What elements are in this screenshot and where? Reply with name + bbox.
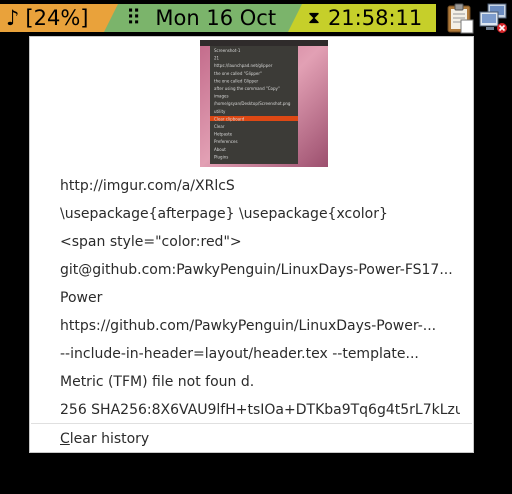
thumbnail-menu-line: after using the command "Copy" [214,86,280,91]
date-indicator[interactable]: ⠿ Mon 16 Oct [104,4,304,32]
history-item[interactable]: <span style="color:red"> [60,228,460,256]
thumbnail-menu-line: Clear clipboard [214,116,245,121]
thumbnail-menu-line: Preferences [214,139,238,144]
thumbnail-menu-line: the one called "Glipper" [214,71,262,76]
date-label: Mon 16 Oct [155,6,277,30]
network-disconnected-icon[interactable] [478,2,510,34]
history-item[interactable]: \usepackage{afterpage} \usepackage{xcolo… [60,200,460,228]
clipboard-history-menu: Screenshot-1 21 https://launchpad.net/glip… [29,36,474,453]
clipboard-icon[interactable] [444,2,476,34]
top-panel: ♪ [24%] ⠿ Mon 16 Oct ⧗ 21:58:11 [0,0,512,36]
thumbnail-menu-line: https://launchpad.net/glipper [214,63,273,68]
thumbnail-menu-line: Plugins [214,154,228,159]
clock-indicator[interactable]: ⧗ 21:58:11 [288,4,436,32]
history-item[interactable]: https://github.com/PawkyPenguin/LinuxDay… [60,312,460,340]
thumbnail-menu-line: /home/gsyan/Desktop/Screenshot.png [214,101,291,106]
history-item[interactable]: git@github.com:PawkyPenguin/LinuxDays-Po… [60,256,460,284]
menu-separator [31,423,472,424]
history-item[interactable]: Power [60,284,460,312]
history-item[interactable]: 256 SHA256:8X6VAU9lfH+tsIOa+DTKba9Tq6g4t… [60,396,460,424]
thumbnail-menu-line: utility [214,109,226,114]
thumbnail-menu-line: Clear [214,124,225,129]
screenshot-thumbnail[interactable]: Screenshot-1 21 https://launchpad.net/glip… [200,40,328,167]
thumbnail-menu-line: Hetpaste [214,132,233,137]
history-item[interactable]: --include-in-header=layout/header.tex --… [60,340,460,368]
volume-level: [24%] [25,6,89,30]
history-item[interactable]: http://imgur.com/a/XRlcS [60,172,460,200]
clear-history-label: lear history [69,431,150,447]
thumbnail-menu-line: Screenshot-1 [214,48,241,53]
dots-grid-icon: ⠿ [126,6,142,30]
music-note-icon: ♪ [6,6,20,30]
thumbnail-menu-line: images [214,94,229,99]
clock-label: 21:58:11 [327,6,423,30]
clear-history-mnemonic: C [60,431,70,447]
volume-indicator[interactable]: ♪ [24%] [0,4,118,32]
history-item[interactable]: Metric (TFM) file not foun d. [60,368,460,396]
thumbnail-menu-line: the one called Glipper [214,78,259,83]
hourglass-icon: ⧗ [308,8,320,28]
clear-history-button[interactable]: Clear history [60,427,149,451]
thumbnail-menu-line: About [214,147,226,152]
thumbnail-menu-line: 21 [214,56,220,61]
